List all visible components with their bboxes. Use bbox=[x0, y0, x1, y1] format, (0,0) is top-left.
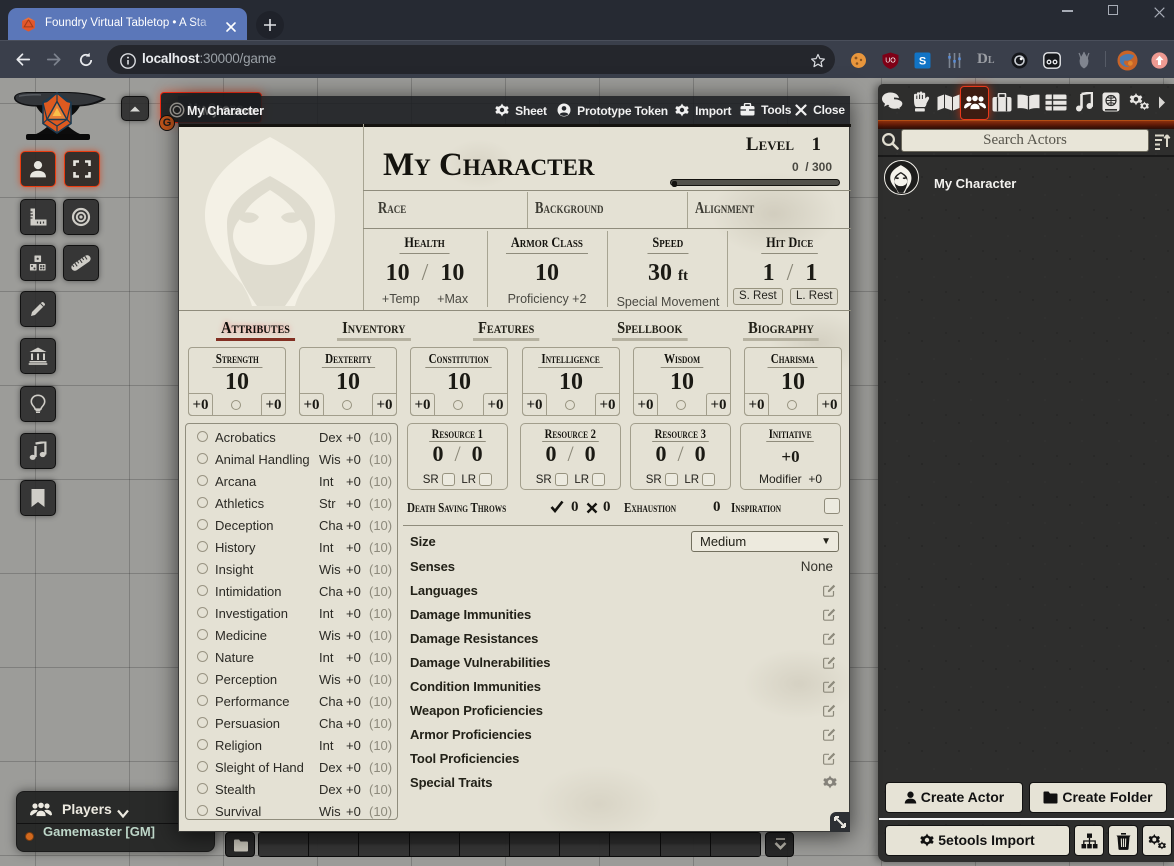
svg-text:S: S bbox=[919, 56, 926, 68]
svg-text:UO: UO bbox=[885, 58, 896, 65]
